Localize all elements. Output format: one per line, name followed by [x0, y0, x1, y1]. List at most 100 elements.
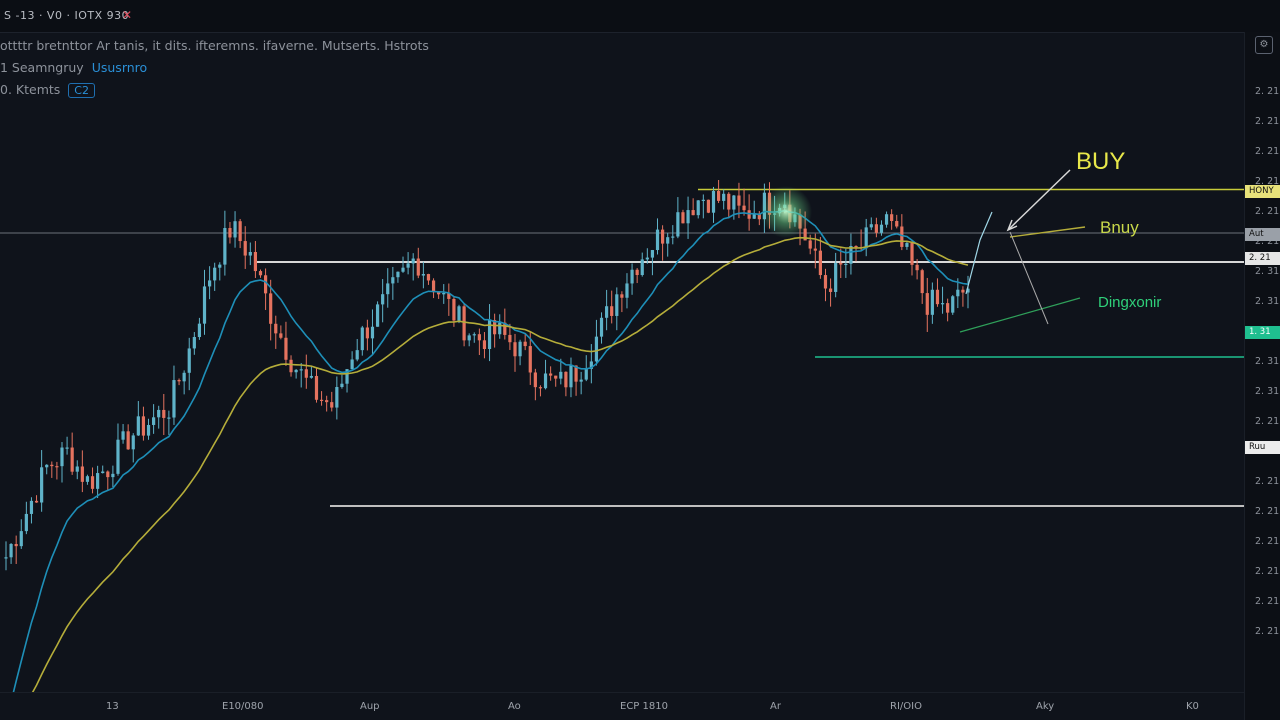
- candle-body: [111, 473, 115, 478]
- candle-body: [182, 372, 186, 382]
- candle-body: [411, 258, 415, 264]
- candle-body: [543, 373, 548, 389]
- candle-body: [615, 294, 619, 316]
- candle-body: [4, 557, 8, 559]
- candle-body: [29, 500, 34, 514]
- candle-body: [671, 236, 675, 238]
- time-tick: E10/080: [222, 701, 264, 712]
- price-axis[interactable]: ⚙ 2. 21 2. 21 2. 21 2. 21 2. 21 2. 21 2. 31 2. …: [1244, 32, 1280, 720]
- candle-body: [661, 229, 665, 244]
- candle-body: [40, 467, 44, 503]
- candle-body: [605, 306, 609, 318]
- candle-body: [243, 241, 247, 256]
- candle-body: [523, 341, 527, 347]
- candle-body: [696, 200, 700, 216]
- candle-body: [34, 500, 39, 503]
- time-tick: K0: [1186, 701, 1199, 712]
- candle-body: [467, 335, 471, 341]
- candle-body: [630, 269, 634, 284]
- candle-body: [655, 229, 660, 251]
- candle-body: [900, 226, 904, 247]
- candle-body: [625, 283, 629, 298]
- candle-body: [406, 263, 410, 268]
- candle-body: [207, 280, 212, 287]
- price-level-tag: Ruu: [1245, 441, 1280, 454]
- candle-body: [335, 387, 339, 408]
- candle-body: [9, 543, 13, 558]
- candle-body: [635, 269, 639, 275]
- candle-body: [533, 372, 537, 388]
- candle-body: [421, 274, 425, 276]
- candle-body: [508, 334, 512, 343]
- candle-body: [538, 387, 543, 389]
- candle-body: [157, 409, 161, 418]
- candle-body: [686, 210, 690, 224]
- candle-body: [370, 326, 375, 339]
- candle-body: [146, 424, 151, 436]
- candle-body: [584, 368, 588, 380]
- candle-body: [248, 252, 252, 256]
- candle-body: [823, 275, 828, 289]
- settings-icon[interactable]: ⚙: [1255, 36, 1273, 54]
- price-tick: 2. 21: [1255, 536, 1280, 547]
- candle-body: [309, 375, 313, 378]
- time-axis[interactable]: 13 E10/080 Aup Ao ECP 1810 Ar RI/OIO Aky K0: [0, 692, 1244, 720]
- symbol-ticker[interactable]: S -13 · V0 · IOTX 930: [4, 9, 129, 22]
- candle-body: [75, 466, 79, 472]
- candle-body: [416, 258, 420, 276]
- top-toolbar: S -13 · V0 · IOTX 930 ✕: [0, 0, 1280, 33]
- candle-body: [930, 289, 934, 315]
- candle-body: [808, 240, 812, 249]
- time-tick: Aky: [1036, 701, 1055, 712]
- candle-body: [141, 416, 146, 436]
- projection-down-line: [1009, 231, 1049, 325]
- candle-body: [396, 271, 400, 278]
- candle-body: [233, 221, 237, 238]
- candle-body: [706, 199, 711, 213]
- candle-body: [579, 379, 583, 382]
- candle-body: [482, 340, 487, 349]
- price-level-tag: 2. 21: [1245, 252, 1280, 265]
- candle-body: [319, 399, 324, 401]
- candle-body: [304, 369, 308, 378]
- candle-body: [569, 365, 573, 388]
- candle-body: [915, 264, 919, 271]
- candle-body: [263, 275, 268, 294]
- candle-body: [701, 199, 705, 201]
- price-tick: 2. 31: [1255, 386, 1280, 397]
- candle-body: [90, 476, 95, 489]
- candle-body: [325, 400, 329, 403]
- candle-body: [228, 228, 232, 238]
- candle-body: [340, 383, 344, 388]
- candle-body: [106, 471, 110, 478]
- highlight-glow: [760, 186, 812, 238]
- candle-body: [101, 471, 105, 474]
- ema-slow-line: [31, 236, 969, 692]
- close-icon[interactable]: ✕: [122, 8, 132, 22]
- price-tick: 2. 31: [1255, 356, 1280, 367]
- candle-body: [116, 439, 120, 474]
- candle-body: [442, 293, 446, 295]
- candle-body: [279, 333, 283, 338]
- candle-body: [472, 334, 476, 336]
- candle-body: [716, 191, 721, 201]
- price-tick: 2. 21: [1255, 416, 1280, 427]
- candle-body: [599, 317, 604, 337]
- candle-body: [269, 293, 273, 324]
- candle-body: [645, 257, 649, 260]
- candle-body: [813, 248, 817, 251]
- candle-body: [666, 237, 670, 244]
- candle-body: [187, 348, 191, 373]
- buy-label-small: Bnuy: [1100, 218, 1139, 237]
- price-tick: 2. 31: [1255, 266, 1280, 277]
- price-tick: 2. 21: [1255, 566, 1280, 577]
- candle-body: [213, 267, 217, 281]
- candle-body: [126, 431, 130, 450]
- price-chart[interactable]: [0, 32, 1244, 692]
- price-tick: 2. 21: [1255, 506, 1280, 517]
- time-tick: Ar: [770, 701, 781, 712]
- candle-body: [879, 224, 884, 233]
- candle-body: [314, 375, 319, 400]
- candle-body: [284, 337, 288, 360]
- candle-body: [457, 306, 461, 321]
